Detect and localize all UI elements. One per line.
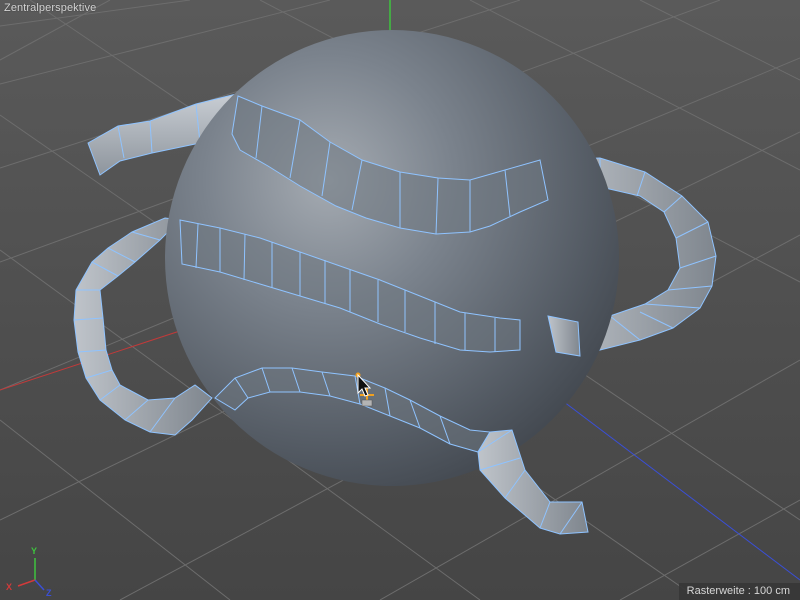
3d-viewport[interactable]: Zentralperspektive Y X Z Rasterweite : 1… (0, 0, 800, 600)
camera-label[interactable]: Zentralperspektive (4, 2, 96, 14)
grid-spacing-value: 100 cm (753, 585, 790, 597)
axis-z-label: Z (46, 588, 52, 598)
axis-y-label: Y (31, 546, 38, 556)
grid-spacing-separator: : (744, 585, 754, 597)
axis-orientation-widget: Y X Z (0, 530, 70, 600)
axis-x-label: X (6, 582, 13, 592)
grid-spacing-label: Rasterweite (686, 585, 745, 597)
grid-spacing-info: Rasterweite : 100 cm (678, 583, 800, 600)
scene-canvas[interactable] (0, 0, 800, 600)
